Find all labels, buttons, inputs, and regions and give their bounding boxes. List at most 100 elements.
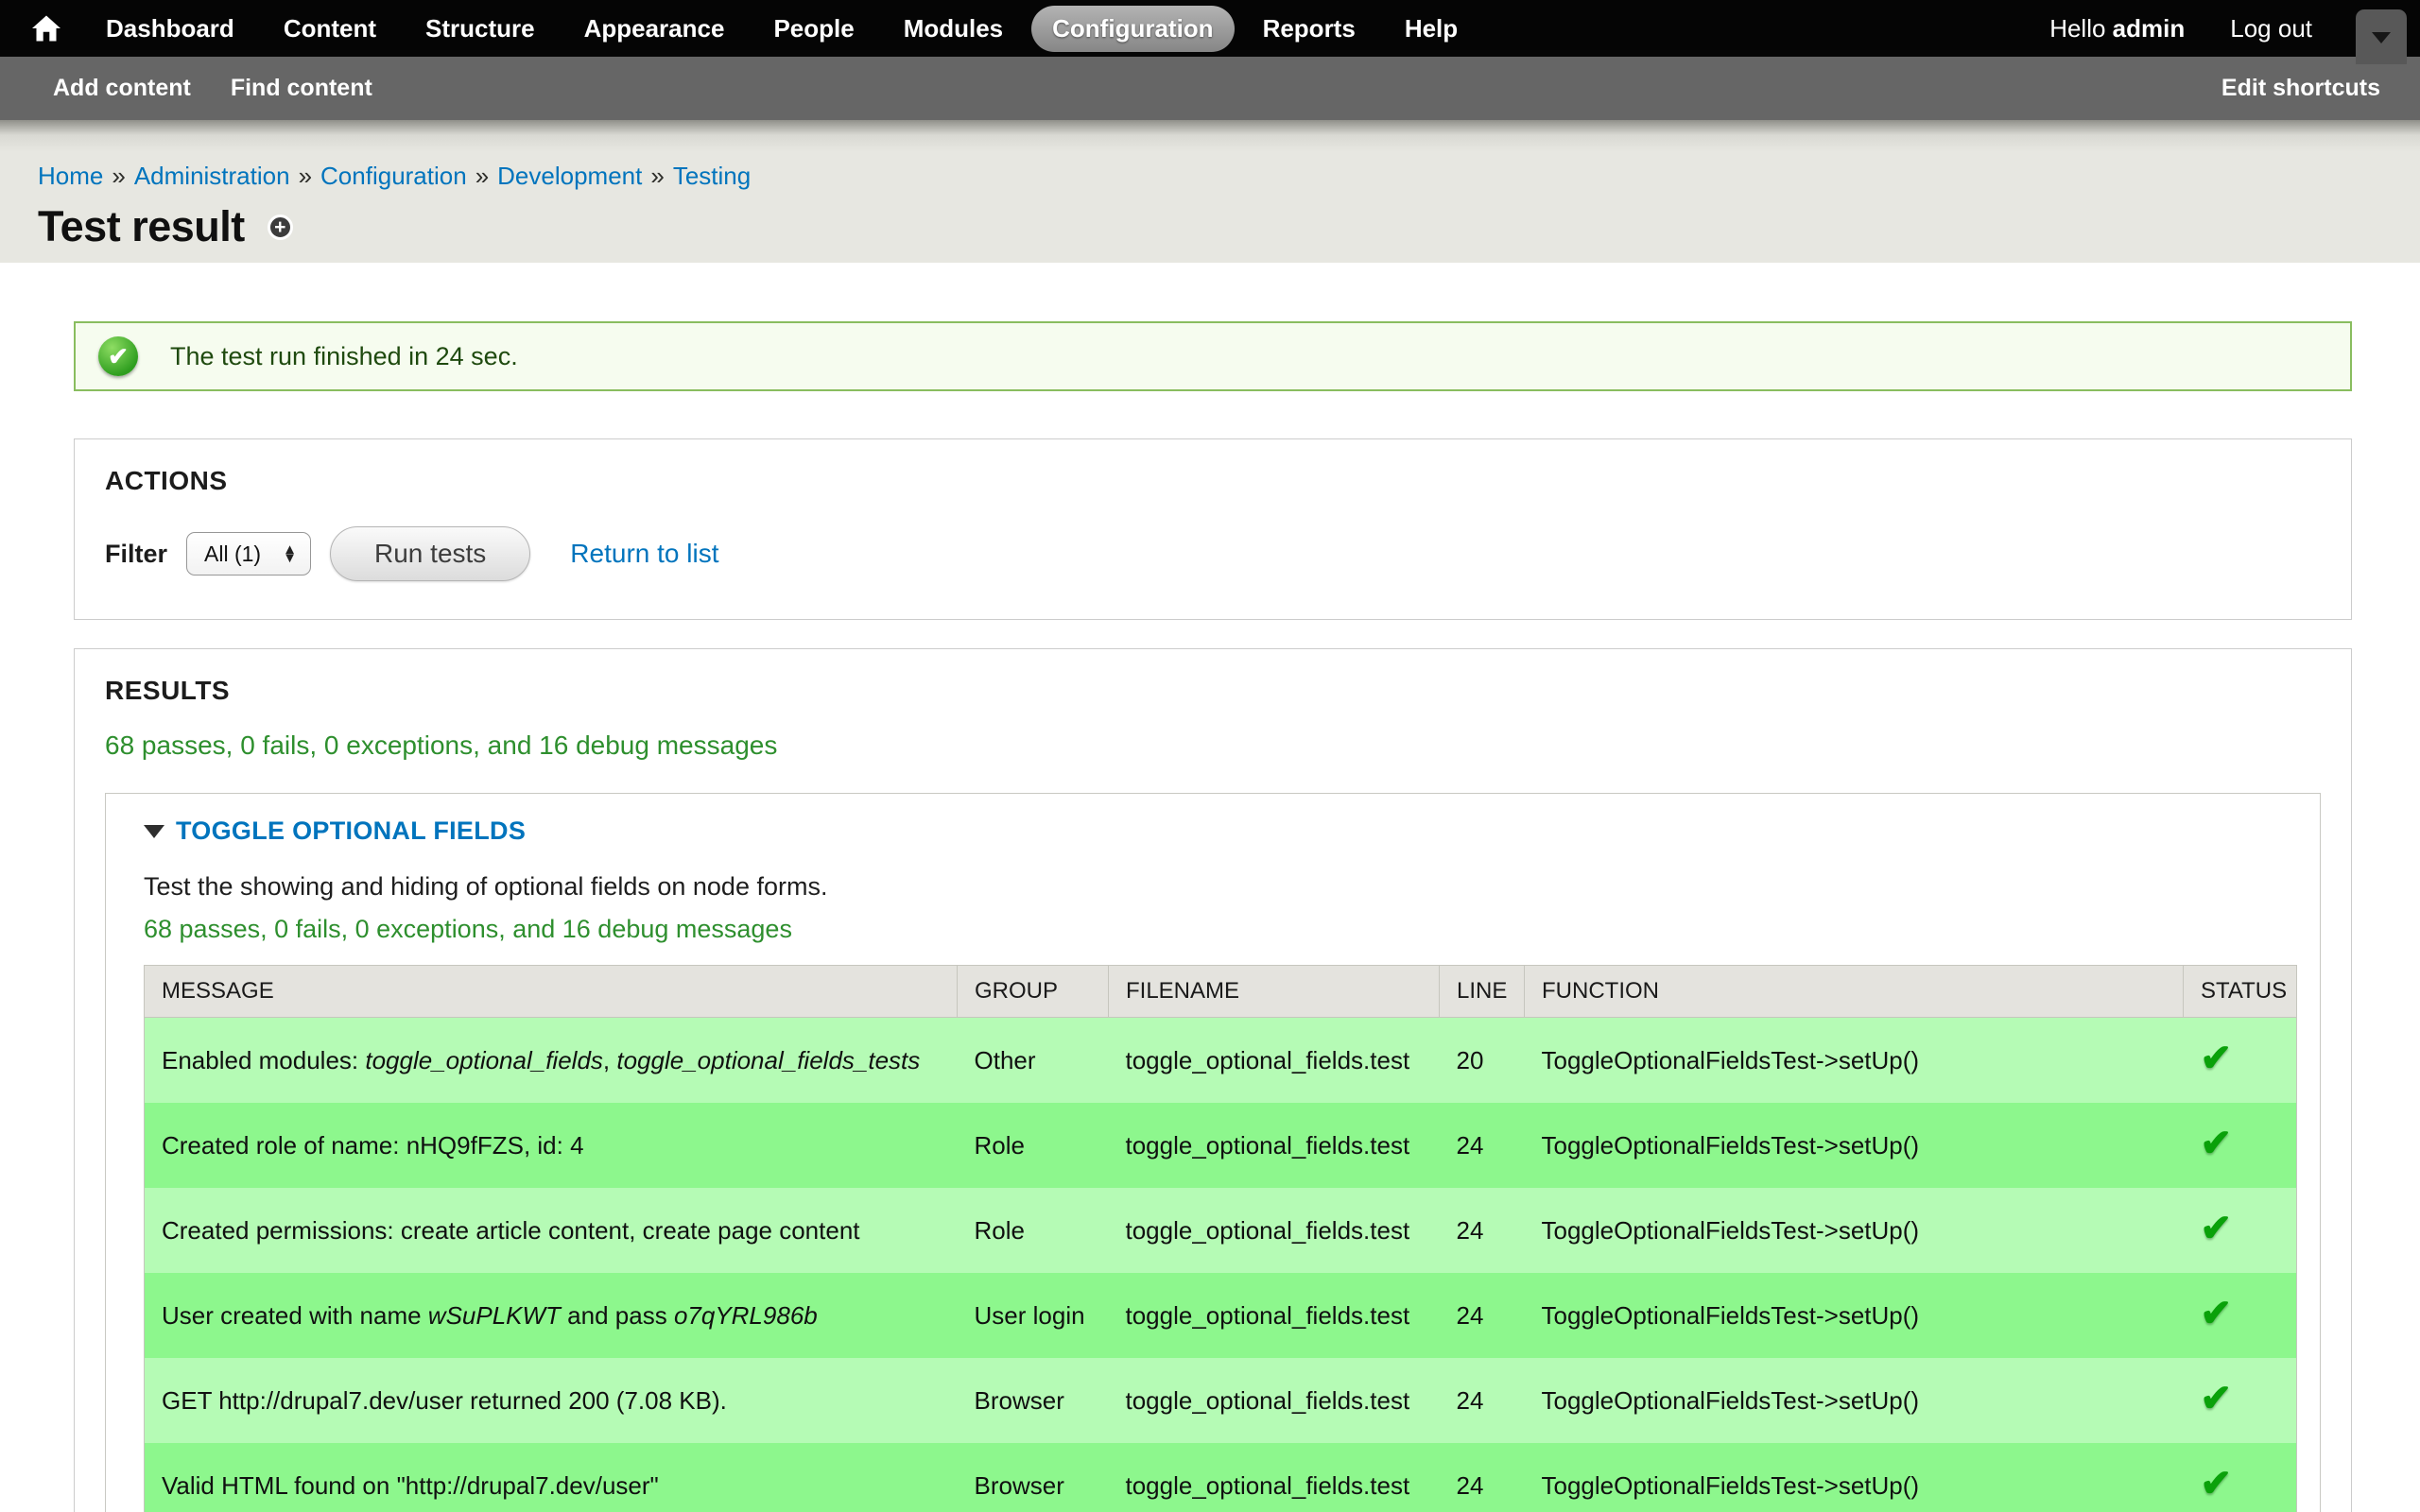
page-header: Home»Administration»Configuration»Develo… bbox=[0, 120, 2420, 263]
hello-user-label: Hello admin bbox=[2049, 14, 2185, 43]
run-tests-button[interactable]: Run tests bbox=[330, 526, 530, 581]
toolbar-item-people[interactable]: People bbox=[752, 6, 874, 52]
pass-check-icon: ✔ bbox=[2201, 1378, 2233, 1419]
function-cell: ToggleOptionalFieldsTest->setUp() bbox=[1525, 1273, 2184, 1358]
add-shortcut-icon[interactable]: + bbox=[268, 215, 293, 240]
status-message: ✔ The test run finished in 24 sec. bbox=[74, 321, 2352, 391]
home-icon[interactable] bbox=[32, 15, 60, 42]
filename-cell: toggle_optional_fields.test bbox=[1109, 1273, 1440, 1358]
status-cell: ✔ bbox=[2184, 1358, 2297, 1443]
toolbar-item-appearance[interactable]: Appearance bbox=[563, 6, 746, 52]
breadcrumb-link-testing[interactable]: Testing bbox=[673, 162, 751, 190]
message-text: Enabled modules: bbox=[162, 1046, 365, 1074]
message-cell: GET http://drupal7.dev/user returned 200… bbox=[145, 1358, 958, 1443]
message-cell: Enabled modules: toggle_optional_fields,… bbox=[145, 1018, 958, 1104]
group-cell: User login bbox=[958, 1273, 1109, 1358]
message-text: Created role of name: nHQ9fFZS, id: 4 bbox=[162, 1131, 584, 1160]
breadcrumb: Home»Administration»Configuration»Develo… bbox=[38, 162, 2420, 191]
column-header-group: GROUP bbox=[958, 966, 1109, 1018]
function-cell: ToggleOptionalFieldsTest->setUp() bbox=[1525, 1103, 2184, 1188]
results-table-body: Enabled modules: toggle_optional_fields,… bbox=[145, 1018, 2297, 1512]
filename-cell: toggle_optional_fields.test bbox=[1109, 1358, 1440, 1443]
results-panel: RESULTS 68 passes, 0 fails, 0 exceptions… bbox=[74, 648, 2352, 1512]
toolbar-item-reports[interactable]: Reports bbox=[1242, 6, 1376, 52]
group-cell: Browser bbox=[958, 1358, 1109, 1443]
function-cell: ToggleOptionalFieldsTest->setUp() bbox=[1525, 1358, 2184, 1443]
logout-link[interactable]: Log out bbox=[2230, 14, 2312, 43]
function-cell: ToggleOptionalFieldsTest->setUp() bbox=[1525, 1443, 2184, 1512]
result-row: GET http://drupal7.dev/user returned 200… bbox=[145, 1358, 2297, 1443]
status-cell: ✔ bbox=[2184, 1188, 2297, 1273]
line-cell: 24 bbox=[1440, 1188, 1525, 1273]
message-text: Created permissions: create article cont… bbox=[162, 1216, 860, 1245]
message-italic-text: toggle_optional_fields_tests bbox=[616, 1046, 920, 1074]
filename-cell: toggle_optional_fields.test bbox=[1109, 1188, 1440, 1273]
toolbar-item-dashboard[interactable]: Dashboard bbox=[85, 6, 255, 52]
message-text: GET http://drupal7.dev/user returned 200… bbox=[162, 1386, 727, 1415]
results-heading: RESULTS bbox=[105, 676, 2321, 706]
pass-check-icon: ✔ bbox=[2201, 1038, 2233, 1079]
pass-check-icon: ✔ bbox=[2201, 1293, 2233, 1334]
status-cell: ✔ bbox=[2184, 1018, 2297, 1104]
breadcrumb-link-administration[interactable]: Administration bbox=[134, 162, 290, 190]
shortcut-add-content[interactable]: Add content bbox=[40, 67, 204, 110]
edit-shortcuts-link[interactable]: Edit shortcuts bbox=[2221, 75, 2380, 102]
username: admin bbox=[2113, 14, 2186, 43]
pass-check-icon: ✔ bbox=[2201, 1123, 2233, 1164]
success-check-icon: ✔ bbox=[98, 336, 138, 376]
line-cell: 24 bbox=[1440, 1273, 1525, 1358]
line-cell: 24 bbox=[1440, 1103, 1525, 1188]
toolbar-item-content[interactable]: Content bbox=[263, 6, 397, 52]
filename-cell: toggle_optional_fields.test bbox=[1109, 1443, 1440, 1512]
message-text: , bbox=[603, 1046, 616, 1074]
message-text: and pass bbox=[561, 1301, 674, 1330]
toolbar-menu: DashboardContentStructureAppearancePeopl… bbox=[85, 6, 1478, 52]
toolbar-drawer-toggle-button[interactable] bbox=[2356, 9, 2407, 64]
breadcrumb-link-development[interactable]: Development bbox=[497, 162, 642, 190]
result-row: User created with name wSuPLKWT and pass… bbox=[145, 1273, 2297, 1358]
toolbar-account-area: Hello admin Log out bbox=[2049, 14, 2397, 43]
toolbar-item-help[interactable]: Help bbox=[1384, 6, 1478, 52]
status-cell: ✔ bbox=[2184, 1103, 2297, 1188]
group-cell: Role bbox=[958, 1103, 1109, 1188]
message-cell: Created permissions: create article cont… bbox=[145, 1188, 958, 1273]
result-row: Enabled modules: toggle_optional_fields,… bbox=[145, 1018, 2297, 1104]
breadcrumb-link-home[interactable]: Home bbox=[38, 162, 103, 190]
results-table: MESSAGEGROUPFILENAMELINEFUNCTIONSTATUS E… bbox=[144, 965, 2297, 1512]
shortcut-find-content[interactable]: Find content bbox=[217, 67, 386, 110]
return-to-list-link[interactable]: Return to list bbox=[570, 539, 718, 569]
message-italic-text: o7qYRL986b bbox=[674, 1301, 818, 1330]
fieldset-legend-link[interactable]: TOGGLE OPTIONAL FIELDS bbox=[176, 816, 526, 846]
main-content: ✔ The test run finished in 24 sec. ACTIO… bbox=[0, 321, 2420, 1512]
group-cell: Role bbox=[958, 1188, 1109, 1273]
breadcrumb-separator: » bbox=[103, 162, 133, 190]
result-row: Created role of name: nHQ9fFZS, id: 4 Rol… bbox=[145, 1103, 2297, 1188]
toolbar-item-configuration[interactable]: Configuration bbox=[1031, 6, 1234, 52]
results-summary: 68 passes, 0 fails, 0 exceptions, and 16… bbox=[105, 730, 2321, 761]
chevron-down-icon bbox=[2372, 32, 2391, 43]
fieldset-summary: 68 passes, 0 fails, 0 exceptions, and 16… bbox=[144, 915, 2282, 944]
line-cell: 24 bbox=[1440, 1358, 1525, 1443]
status-cell: ✔ bbox=[2184, 1273, 2297, 1358]
collapse-arrow-icon bbox=[144, 825, 164, 838]
column-header-message: MESSAGE bbox=[145, 966, 958, 1018]
function-cell: ToggleOptionalFieldsTest->setUp() bbox=[1525, 1018, 2184, 1104]
message-italic-text: wSuPLKWT bbox=[428, 1301, 561, 1330]
status-message-text: The test run finished in 24 sec. bbox=[170, 342, 518, 371]
message-text: User created with name bbox=[162, 1301, 428, 1330]
filter-select[interactable]: All (1) ▲▼ bbox=[186, 532, 311, 576]
filter-label: Filter bbox=[105, 540, 167, 569]
actions-heading: ACTIONS bbox=[105, 466, 2321, 496]
filename-cell: toggle_optional_fields.test bbox=[1109, 1103, 1440, 1188]
toolbar-item-modules[interactable]: Modules bbox=[883, 6, 1024, 52]
breadcrumb-link-configuration[interactable]: Configuration bbox=[320, 162, 467, 190]
column-header-line: LINE bbox=[1440, 966, 1525, 1018]
breadcrumb-separator: » bbox=[467, 162, 497, 190]
function-cell: ToggleOptionalFieldsTest->setUp() bbox=[1525, 1188, 2184, 1273]
toolbar-item-structure[interactable]: Structure bbox=[405, 6, 556, 52]
result-row: Valid HTML found on "http://drupal7.dev/… bbox=[145, 1443, 2297, 1512]
line-cell: 20 bbox=[1440, 1018, 1525, 1104]
column-header-filename: FILENAME bbox=[1109, 966, 1440, 1018]
pass-check-icon: ✔ bbox=[2201, 1208, 2233, 1249]
pass-check-icon: ✔ bbox=[2201, 1463, 2233, 1504]
